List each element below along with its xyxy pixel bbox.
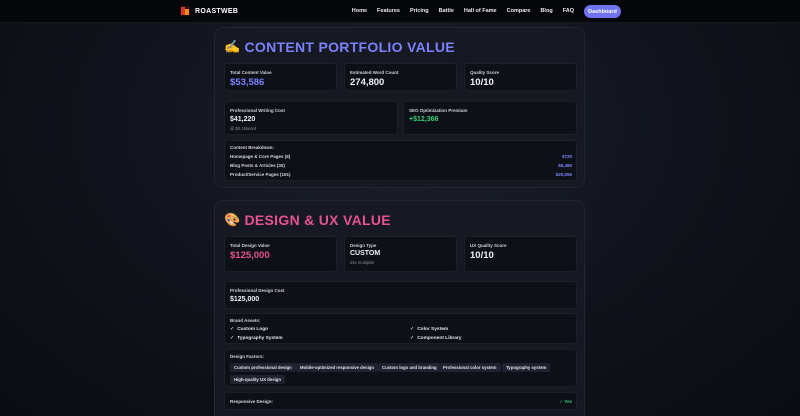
factor-chip: Mobile-optimized responsive design <box>296 363 379 372</box>
assets-heading: Brand Assets: <box>230 318 261 323</box>
nav-link-hall-of-fame[interactable]: Hall of Fame <box>464 8 497 14</box>
design-title: DESIGN & UX VALUE <box>244 212 391 228</box>
logo-icon <box>180 6 190 16</box>
nav-link-compare[interactable]: Compare <box>507 8 531 14</box>
section-title: ✍️ CONTENT PORTFOLIO VALUE <box>224 39 455 55</box>
card-value: +$12,366 <box>409 116 439 123</box>
quality-score-card: Quality Score 10/10 <box>464 63 577 91</box>
breakdown-heading: Content Breakdown: <box>230 145 275 150</box>
asset-label: Custom Logo <box>237 326 269 332</box>
brand[interactable]: ROASTWEB <box>180 6 238 16</box>
factor-chip: Typography system <box>502 363 551 372</box>
factor-chip: Professional color system <box>439 363 501 372</box>
card-value: 10/10 <box>470 250 494 261</box>
breakdown-row-value: $20,055 <box>555 172 572 177</box>
card-value: $125,000 <box>230 296 260 303</box>
check-icon: ✓ <box>230 335 235 341</box>
card-value: $41,220 <box>230 116 256 123</box>
card-value: 10/10 <box>470 77 494 88</box>
check-icon: ✓ <box>230 326 235 332</box>
card-value: CUSTOM <box>350 250 381 257</box>
factor-chip: Custom professional design <box>230 363 296 372</box>
nav-links: Home Features Pricing Battle Hall of Fam… <box>352 8 574 14</box>
writing-hand-icon: ✍️ <box>224 39 241 55</box>
content-portfolio-section: ✍️ CONTENT PORTFOLIO VALUE Total Content… <box>214 27 585 188</box>
design-factors-card: Design Factors: Custom professional desi… <box>224 349 577 387</box>
factor-chip: Custom logo and branding <box>378 363 441 372</box>
asset-label: Component Library <box>417 335 462 341</box>
section-title: 🎨 DESIGN & UX VALUE <box>224 212 391 228</box>
breakdown-row-label: Product/Service Pages (191) <box>230 172 291 177</box>
card-label: Professional Writing Cost <box>230 108 285 113</box>
design-ux-section: 🎨 DESIGN & UX VALUE Total Design Value $… <box>214 200 585 416</box>
dashboard-button[interactable]: Dashboard <box>584 5 621 18</box>
breakdown-row-value: $6,480 <box>558 163 572 168</box>
card-subtext: 25x multiplier <box>350 260 375 265</box>
seo-premium-card: SEO Optimization Premium +$12,366 <box>403 101 577 135</box>
design-type-card: Design Type CUSTOM 25x multiplier <box>344 236 457 272</box>
brand-name: ROASTWEB <box>195 7 239 15</box>
card-value: $53,586 <box>230 77 265 88</box>
check-icon: ✓ <box>410 335 415 341</box>
card-value: $125,000 <box>230 250 270 261</box>
word-count-card: Estimated Word Count 274,800 <box>344 63 457 91</box>
writing-cost-card: Professional Writing Cost $41,220 @ $0.1… <box>224 101 398 135</box>
card-label: Professional Design Cost <box>230 288 285 293</box>
palette-icon: 🎨 <box>224 212 241 228</box>
card-label: Design Type <box>350 243 377 248</box>
asset-item: ✓ Component Library <box>410 335 461 341</box>
card-value: 274,800 <box>350 77 385 88</box>
responsive-value: ✓ Yes <box>559 399 572 404</box>
responsive-design-card: Responsive Design: ✓ Yes <box>224 392 577 410</box>
card-label: Total Design Value <box>230 243 270 248</box>
ux-quality-card: UX Quality Score 10/10 <box>464 236 577 272</box>
content-breakdown-card: Content Breakdown: Homepage & Core Pages… <box>224 140 577 181</box>
card-label: SEO Optimization Premium <box>409 108 468 113</box>
card-label: Estimated Word Count <box>350 70 399 75</box>
top-navbar: ROASTWEB Home Features Pricing Battle Ha… <box>0 0 800 23</box>
nav-link-faq[interactable]: FAQ <box>563 8 574 14</box>
nav-link-home[interactable]: Home <box>352 8 367 14</box>
breakdown-row-label: Homepage & Core Pages (8) <box>230 154 291 159</box>
professional-design-cost-card: Professional Design Cost $125,000 <box>224 281 577 309</box>
asset-label: Color System <box>417 326 449 332</box>
asset-label: Typography System <box>237 335 283 341</box>
brand-assets-card: Brand Assets: ✓ Custom Logo ✓ Color Syst… <box>224 313 577 344</box>
nav-link-blog[interactable]: Blog <box>540 8 552 14</box>
asset-item: ✓ Custom Logo <box>230 326 268 332</box>
breakdown-row-label: Blog Posts & Articles (30) <box>230 163 285 168</box>
card-label: Total Content Value <box>230 70 272 75</box>
asset-item: ✓ Typography System <box>230 335 283 341</box>
total-content-value-card: Total Content Value $53,586 <box>224 63 337 91</box>
nav-link-pricing[interactable]: Pricing <box>410 8 429 14</box>
responsive-label: Responsive Design: <box>230 399 274 404</box>
factors-heading: Design Factors: <box>230 354 265 359</box>
factor-chip: High-quality UX design <box>230 375 286 384</box>
total-design-value-card: Total Design Value $125,000 <box>224 236 337 272</box>
nav-link-features[interactable]: Features <box>377 8 400 14</box>
content-title: CONTENT PORTFOLIO VALUE <box>244 39 455 55</box>
card-subtext: @ $0.15/word <box>230 126 257 131</box>
asset-item: ✓ Color System <box>410 326 448 332</box>
breakdown-row-value: $720 <box>561 154 572 159</box>
nav-link-battle[interactable]: Battle <box>439 8 454 14</box>
check-icon: ✓ <box>410 326 415 332</box>
card-label: Quality Score <box>470 70 500 75</box>
card-label: UX Quality Score <box>470 243 507 248</box>
